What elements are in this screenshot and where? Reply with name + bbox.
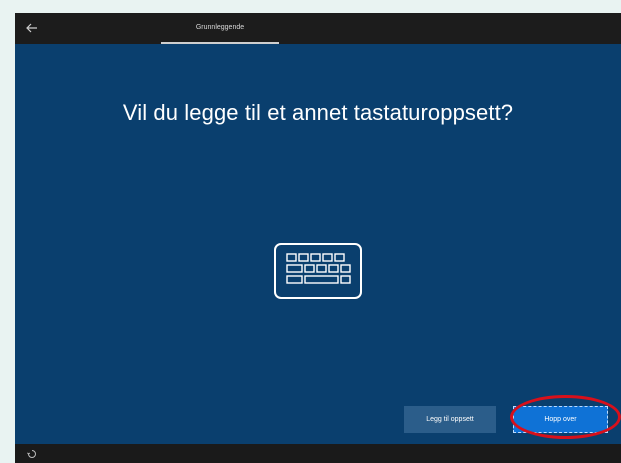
- oobe-window: Grunnleggende Vil du legge til et annet …: [15, 13, 621, 463]
- back-button[interactable]: [23, 19, 41, 37]
- page-title: Vil du legge til et annet tastaturoppset…: [122, 100, 514, 125]
- skip-button[interactable]: Hopp over: [513, 406, 608, 433]
- ease-of-access-icon[interactable]: [27, 449, 37, 459]
- main-content: Vil du legge til et annet tastaturoppset…: [15, 44, 621, 444]
- top-bar: Grunnleggende: [15, 13, 621, 44]
- back-arrow-icon: [26, 23, 37, 33]
- keyboard-icon: [274, 243, 362, 299]
- tab-basics: Grunnleggende: [161, 13, 279, 44]
- bottom-bar: [15, 444, 621, 463]
- add-layout-button[interactable]: Legg til oppsett: [404, 406, 496, 433]
